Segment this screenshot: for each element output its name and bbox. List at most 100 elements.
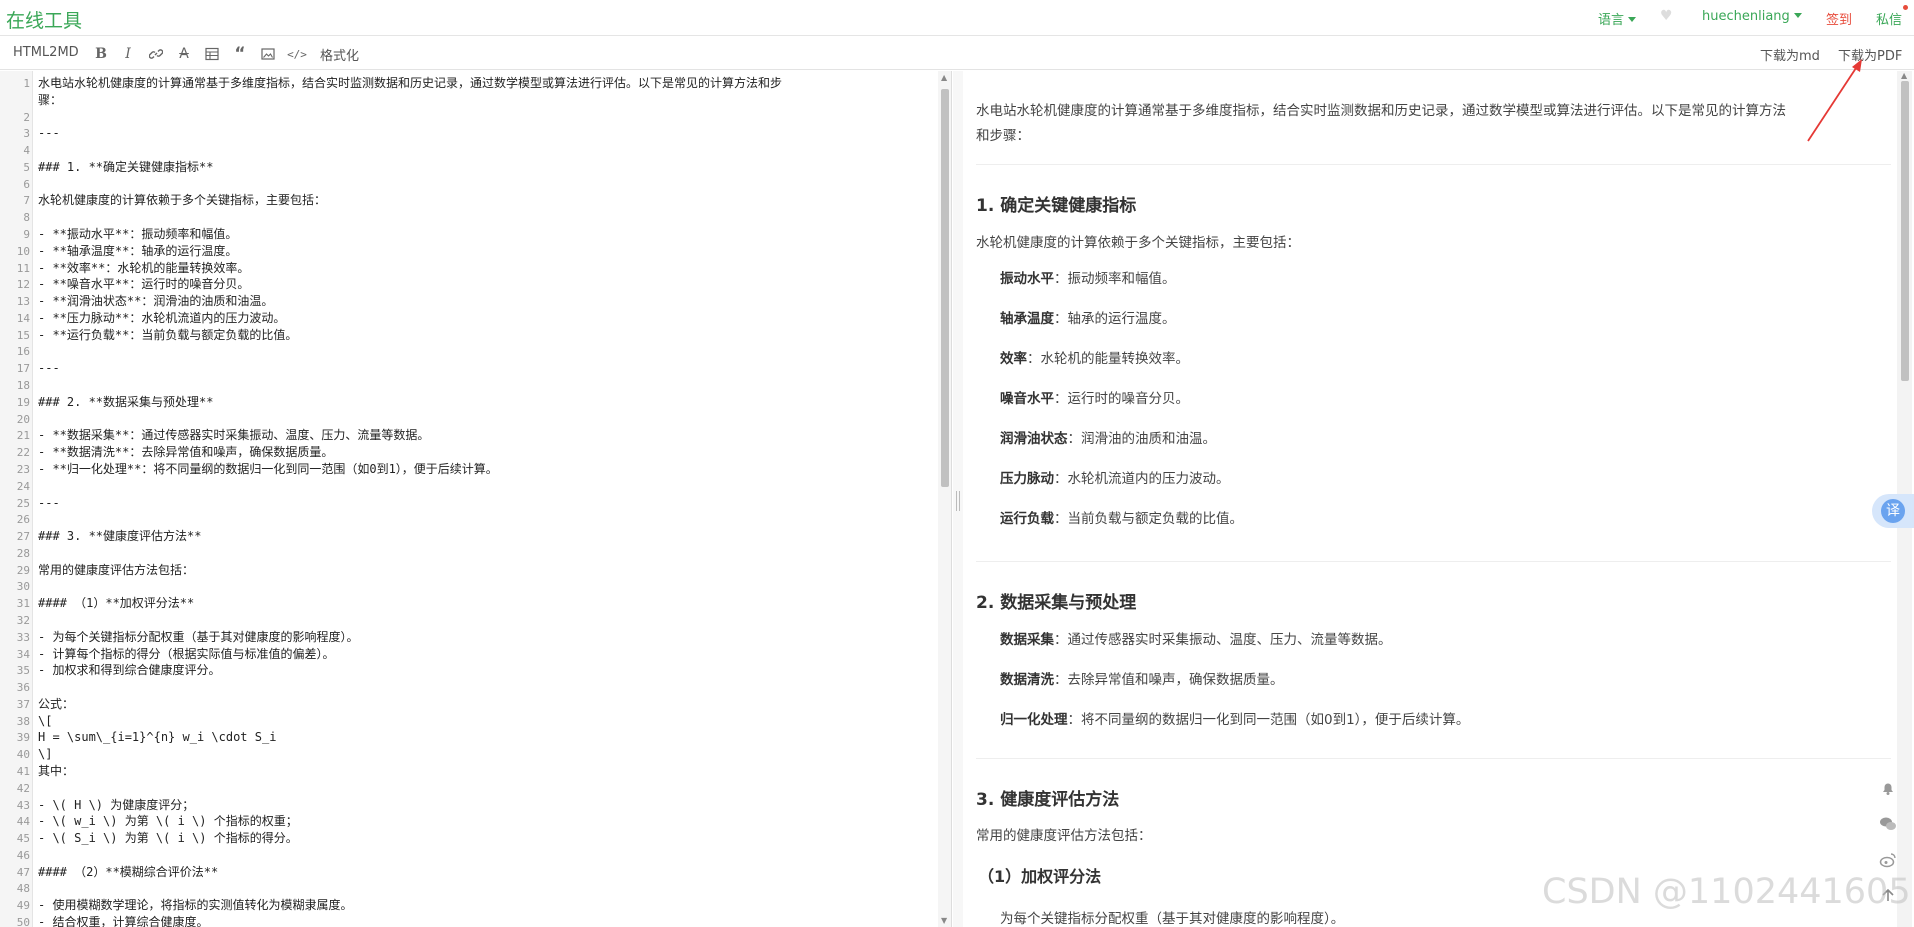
message-link[interactable]: 私信	[1876, 5, 1909, 28]
line-number-gutter: 1 2 3 4 5 6 7 8 9 10 11 12 13 14 15 16 17 18 19 20 21 22 23 24 2…	[0, 71, 33, 927]
code-line[interactable]: ### 2. **数据采集与预处理**	[38, 394, 213, 411]
code-line[interactable]: - \( w_i \) 为第 \( i \) 个指标的权重；	[38, 813, 298, 830]
code-line[interactable]: 常用的健康度评估方法包括：	[38, 562, 194, 579]
table-icon[interactable]	[203, 45, 221, 63]
editor-scrollbar-thumb[interactable]	[941, 89, 949, 487]
line-number: 45	[16, 832, 30, 846]
code-line[interactable]: \[	[38, 713, 52, 730]
format-button[interactable]: 格式化	[320, 45, 359, 64]
line-number: 16	[16, 345, 30, 359]
line-number: 43	[16, 798, 30, 812]
line-number: 11	[16, 261, 30, 275]
divider	[976, 561, 1891, 562]
data-item: 数据清洗：去除异常值和噪声，确保数据质量。	[1000, 668, 1284, 688]
line-number: 50	[16, 916, 30, 927]
preview-last-line: 为每个关键指标分配权重（基于其对健康度的影响程度）。	[1000, 911, 1345, 927]
weibo-icon[interactable]	[1878, 852, 1898, 872]
editor-scrollbar[interactable]: ▲ ▼	[938, 71, 951, 927]
code-icon[interactable]: </>	[287, 45, 307, 63]
code-line[interactable]: #### （2）**模糊综合评价法**	[38, 864, 218, 881]
translate-button[interactable]: 译	[1872, 494, 1914, 528]
metric-item: 振动水平：振动频率和幅值。	[1000, 267, 1176, 287]
pane-splitter[interactable]	[953, 71, 963, 927]
line-number: 8	[23, 211, 30, 225]
site-title[interactable]: 在线工具	[6, 6, 82, 33]
code-line[interactable]: - \( S_i \) 为第 \( i \) 个指标的得分。	[38, 830, 298, 847]
metric-value: ：当前负载与额定负载的比值。	[1054, 511, 1243, 527]
wechat-icon[interactable]	[1878, 816, 1898, 836]
code-line[interactable]: - **压力脉动**：水轮机流道内的压力波动。	[38, 310, 285, 327]
code-line[interactable]: ---	[38, 360, 60, 377]
markdown-editor[interactable]: 1 2 3 4 5 6 7 8 9 10 11 12 13 14 15 16 17 18 19 20 21 22 23 24 2…	[0, 71, 952, 927]
code-line[interactable]: - 加权求和得到综合健康度评分。	[38, 662, 220, 679]
line-number: 39	[16, 731, 30, 745]
metric-key: 振动水平	[1000, 271, 1054, 287]
strikethrough-icon[interactable]: A	[175, 45, 193, 63]
chevron-down-icon	[1628, 17, 1637, 22]
line-number: 3	[23, 127, 30, 141]
line-number: 32	[16, 613, 30, 627]
user-menu[interactable]: huechenliang	[1702, 9, 1802, 24]
metric-value: ：振动频率和幅值。	[1054, 271, 1176, 287]
code-line[interactable]: - **噪音水平**：运行时的噪音分贝。	[38, 276, 249, 293]
bold-icon[interactable]: B	[92, 45, 110, 63]
metric-item: 运行负载：当前负载与额定负载的比值。	[1000, 507, 1243, 527]
notification-dot	[1903, 5, 1909, 10]
code-line[interactable]: - 为每个关键指标分配权重（基于其对健康度的影响程度）。	[38, 629, 358, 646]
intro-text-line2: 和步骤：	[976, 128, 1030, 144]
divider	[976, 164, 1891, 165]
code-line[interactable]: - 使用模糊数学理论，将指标的实测值转化为模糊隶属度。	[38, 897, 352, 914]
language-dropdown[interactable]: 语言	[1598, 9, 1637, 28]
code-line[interactable]: #### （1）**加权评分法**	[38, 595, 194, 612]
code-line[interactable]: 水轮机健康度的计算依赖于多个关键指标，主要包括：	[38, 192, 326, 209]
scroll-up-icon[interactable]: ▲	[1901, 71, 1907, 80]
code-line[interactable]: - 结合权重，计算综合健康度。	[38, 914, 208, 927]
metric-value: ：润滑油的油质和油温。	[1067, 431, 1217, 447]
code-line[interactable]: - **轴承温度**：轴承的运行温度。	[38, 243, 237, 260]
code-line[interactable]: - **数据采集**：通过传感器实时采集振动、温度、压力、流量等数据。	[38, 427, 429, 444]
code-line[interactable]: - 计算每个指标的得分（根据实际值与标准值的偏差）。	[38, 646, 334, 663]
code-line[interactable]: ---	[38, 125, 60, 142]
code-line[interactable]: ### 1. **确定关键健康指标**	[38, 159, 213, 176]
message-label: 私信	[1876, 13, 1903, 28]
code-line[interactable]: - **润滑油状态**：润滑油的油质和油温。	[38, 293, 273, 310]
preview-scrollbar-thumb[interactable]	[1901, 81, 1909, 381]
data-item-value: ：将不同量纲的数据归一化到同一范围（如0到1），便于后续计算。	[1067, 712, 1470, 728]
code-line[interactable]: H = \sum\_{i=1}^{n} w_i \cdot S_i	[38, 729, 276, 746]
code-line[interactable]: 水电站水轮机健康度的计算通常基于多维度指标，结合实时监测数据和历史记录，通过数学…	[38, 75, 782, 92]
italic-icon[interactable]: I	[119, 45, 137, 63]
code-line[interactable]: ---	[38, 495, 60, 512]
intro-text-line1: 水电站水轮机健康度的计算通常基于多维度指标，结合实时监测数据和历史记录，通过数学…	[976, 103, 1786, 119]
link-icon[interactable]	[147, 45, 165, 63]
line-number: 33	[16, 630, 30, 644]
scroll-down-icon[interactable]: ▼	[941, 916, 947, 925]
metric-item: 噪音水平：运行时的噪音分贝。	[1000, 387, 1189, 407]
username: huechenliang	[1702, 9, 1790, 24]
metric-item: 效率：水轮机的能量转换效率。	[1000, 347, 1189, 367]
code-line[interactable]: 其中：	[38, 763, 74, 780]
quote-icon[interactable]: “	[231, 44, 249, 64]
line-number: 31	[16, 597, 30, 611]
bell-icon[interactable]	[1878, 780, 1898, 800]
image-icon[interactable]	[259, 45, 277, 63]
splitter-handle[interactable]	[956, 491, 960, 511]
code-line[interactable]: - **效率**：水轮机的能量转换效率。	[38, 260, 249, 277]
code-line[interactable]: - **归一化处理**：将不同量纲的数据归一化到同一范围（如0到1），便于后续计…	[38, 461, 498, 478]
top-navbar: 在线工具 语言 ♥ huechenliang 签到 私信	[0, 0, 1914, 36]
code-line[interactable]: 公式：	[38, 696, 74, 713]
metric-value: ：水轮机流道内的压力波动。	[1054, 471, 1230, 487]
line-number: 21	[16, 429, 30, 443]
code-line[interactable]: - \( H \) 为健康度评分；	[38, 797, 194, 814]
html2md-button[interactable]: HTML2MD	[13, 45, 79, 60]
line-number: 1	[23, 77, 30, 90]
metric-item: 润滑油状态：润滑油的油质和油温。	[1000, 427, 1216, 447]
heart-icon[interactable]: ♥	[1660, 8, 1673, 24]
signin-button[interactable]: 签到	[1826, 9, 1852, 28]
code-line[interactable]: - **运行负载**：当前负载与额定负载的比值。	[38, 327, 297, 344]
code-line[interactable]: \]	[38, 746, 52, 763]
code-line[interactable]: - **振动水平**：振动频率和幅值。	[38, 226, 237, 243]
code-line[interactable]: ### 3. **健康度评估方法**	[38, 528, 201, 545]
code-line[interactable]: 骤：	[38, 92, 62, 109]
scroll-up-icon[interactable]: ▲	[941, 73, 947, 82]
code-line[interactable]: - **数据清洗**：去除异常值和噪声，确保数据质量。	[38, 444, 333, 461]
